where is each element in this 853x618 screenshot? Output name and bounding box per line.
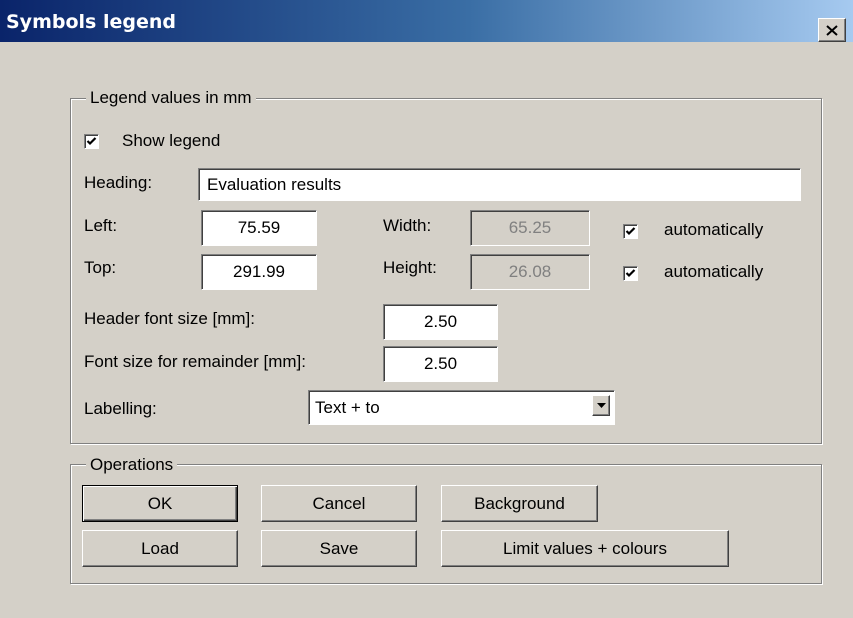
top-label: Top: (84, 258, 117, 277)
top-input[interactable] (201, 254, 317, 290)
labelling-label: Labelling: (84, 399, 157, 418)
width-label: Width: (383, 216, 432, 235)
header-font-size-label: Header font size [mm]: (84, 309, 256, 328)
load-button[interactable]: Load (82, 530, 238, 567)
remainder-font-size-input[interactable] (383, 346, 498, 382)
width-input (470, 210, 590, 246)
labelling-select[interactable]: Text + to (308, 390, 615, 425)
chevron-down-icon (596, 403, 606, 408)
labelling-selected-value: Text + to (315, 398, 380, 417)
height-automatic-label: automatically (664, 262, 764, 281)
labelling-dropdown-button[interactable] (592, 395, 610, 416)
left-input[interactable] (201, 210, 317, 246)
height-input (470, 254, 590, 290)
save-button[interactable]: Save (261, 530, 417, 567)
operations-group-title: Operations (86, 455, 178, 475)
heading-label: Heading: (84, 173, 153, 192)
width-automatic-label: automatically (664, 220, 764, 239)
remainder-font-size-label: Font size for remainder [mm]: (84, 352, 307, 371)
header-font-size-input[interactable] (383, 304, 498, 340)
check-icon (86, 137, 97, 146)
limit-values-colours-button[interactable]: Limit values + colours (441, 530, 729, 567)
close-button[interactable] (818, 18, 846, 42)
window-title: Symbols legend (6, 11, 176, 33)
heading-input[interactable] (198, 168, 801, 201)
height-label: Height: (383, 258, 437, 277)
height-automatic-checkbox[interactable] (623, 266, 638, 281)
show-legend-label: Show legend (122, 131, 221, 150)
ok-button[interactable]: OK (82, 485, 238, 522)
close-icon (826, 24, 838, 36)
check-icon (625, 227, 636, 236)
check-icon (625, 269, 636, 278)
background-button[interactable]: Background (441, 485, 598, 522)
show-legend-checkbox[interactable] (84, 134, 99, 149)
legend-values-group-title: Legend values in mm (86, 88, 256, 108)
cancel-button[interactable]: Cancel (261, 485, 417, 522)
width-automatic-checkbox[interactable] (623, 224, 638, 239)
left-label: Left: (84, 216, 118, 235)
